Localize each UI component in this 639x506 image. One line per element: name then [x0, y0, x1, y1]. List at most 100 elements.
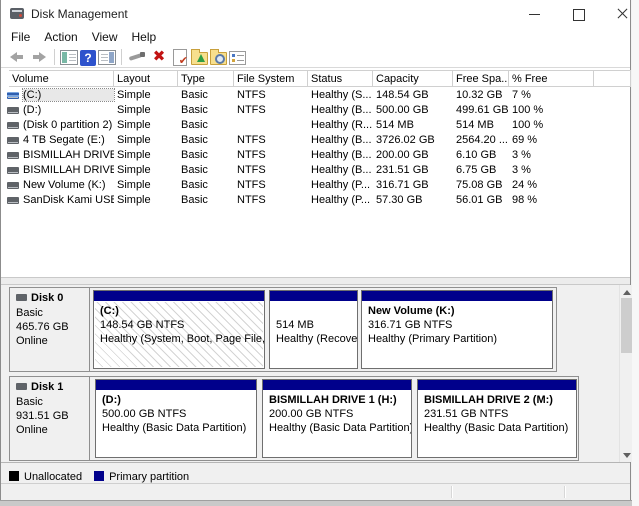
cell-fs: NTFS	[237, 149, 266, 161]
cell-type: Basic	[181, 119, 208, 131]
partition-text: BISMILLAH DRIVE 1 (H:) 200.00 GB NTFS Heal…	[264, 391, 411, 437]
partition-body: (C:) 148.54 GB NTFS Healthy (System, Boot,…	[95, 302, 264, 367]
partition-block[interactable]: New Volume (K:) 316.71 GB NTFS Healthy (Pr…	[361, 290, 553, 369]
column-header-free[interactable]: Free Spa...	[453, 70, 509, 87]
column-header-type[interactable]: Type	[178, 70, 234, 87]
show-hide-action-pane-icon[interactable]	[98, 50, 116, 65]
cell-volume: BISMILLAH DRIVE ...	[23, 149, 114, 161]
volume-row[interactable]: BISMILLAH DRIVE ...Simple Basic NTFS Health…	[1, 163, 630, 178]
volume-row[interactable]: 4 TB Segate (E:) Simple Basic NTFS Healthy (…	[1, 133, 630, 148]
cell-status: Healthy (S...	[311, 89, 372, 101]
cell-free: 2564.20 ...	[456, 134, 508, 146]
open-icon[interactable]	[191, 49, 208, 65]
volume-table-body: (C:) Simple Basic NTFS Healthy (S... 148.54 G…	[1, 88, 630, 218]
cell-fs: NTFS	[237, 179, 266, 191]
cell-capacity: 200.00 GB	[376, 149, 429, 161]
cell-capacity: 514 MB	[376, 119, 414, 131]
volume-row[interactable]: (C:) Simple Basic NTFS Healthy (S... 148.54 G…	[1, 88, 630, 103]
show-hide-console-tree-icon[interactable]	[60, 50, 78, 65]
partition-block[interactable]: BISMILLAH DRIVE 2 (M:) 231.51 GB NTFS Heal…	[417, 379, 577, 458]
partition-block[interactable]: BISMILLAH DRIVE 1 (H:) 200.00 GB NTFS Heal…	[262, 379, 412, 458]
disk-label[interactable]: Disk 0 Basic 465.76 GB Online	[10, 288, 90, 371]
cell-capacity: 57.30 GB	[376, 194, 423, 206]
partition-block[interactable]: (D:) 500.00 GB NTFS Healthy (Basic Data Pa…	[95, 379, 257, 458]
partition-text: 514 MB Healthy (Recovery	[271, 302, 357, 348]
partition-color-band	[270, 291, 357, 301]
partition-name	[276, 304, 351, 318]
menu-action[interactable]: Action	[37, 28, 84, 46]
partition-body: New Volume (K:) 316.71 GB NTFS Healthy (Pr…	[363, 302, 551, 367]
partition-text: (C:) 148.54 GB NTFS Healthy (System, Boot,…	[95, 302, 264, 348]
cell-status: Healthy (P...	[311, 179, 371, 191]
explore-icon[interactable]	[210, 49, 227, 65]
cell-free: 56.01 GB	[456, 194, 503, 206]
menu-view[interactable]: View	[85, 28, 125, 46]
cell-status: Healthy (R...	[311, 119, 373, 131]
graphical-view-pane: Disk 0 Basic 465.76 GB Online (C:) 148.54 GB …	[1, 285, 630, 462]
column-header-capacity[interactable]: Capacity	[373, 70, 453, 87]
graphical-view-scrollbar[interactable]	[619, 285, 632, 462]
back-icon[interactable]	[7, 47, 27, 67]
tools-icon[interactable]	[127, 47, 147, 67]
disk-icon	[16, 383, 27, 390]
cell-pct_free: 3 %	[512, 164, 531, 176]
cell-layout: Simple	[117, 179, 151, 191]
partition-block[interactable]: 514 MB Healthy (Recovery	[269, 290, 358, 369]
cell-pct_free: 100 %	[512, 119, 544, 131]
drive-icon	[7, 182, 19, 189]
properties-icon[interactable]	[229, 51, 246, 65]
partition-body: (D:) 500.00 GB NTFS Healthy (Basic Data Pa…	[97, 391, 255, 456]
column-header-status[interactable]: Status	[308, 70, 373, 87]
cell-type: Basic	[181, 104, 208, 116]
cell-type: Basic	[181, 179, 208, 191]
drive-icon	[7, 197, 19, 204]
disk-management-app-icon	[10, 8, 24, 19]
partition-block[interactable]: (C:) 148.54 GB NTFS Healthy (System, Boot,…	[93, 290, 265, 369]
forward-icon[interactable]	[29, 47, 49, 67]
cell-fs: NTFS	[237, 134, 266, 146]
legend-item: Unallocated	[9, 470, 82, 483]
volume-row[interactable]: (D:) Simple Basic NTFS Healthy (B... 500.00 G…	[1, 103, 630, 118]
partition-name: (C:)	[100, 305, 119, 317]
cell-layout: Simple	[117, 104, 151, 116]
maximize-button[interactable]	[561, 0, 595, 28]
menu-file[interactable]: File	[4, 28, 37, 46]
help-icon[interactable]	[80, 49, 96, 66]
menu-help[interactable]: Help	[125, 28, 164, 46]
volume-row[interactable]: SanDisk Kami USB ...Simple Basic NTFS Healt…	[1, 193, 630, 208]
scrollbar-thumb[interactable]	[621, 298, 632, 353]
drive-icon	[7, 152, 19, 159]
cell-free: 75.08 GB	[456, 179, 503, 191]
disk-label[interactable]: Disk 1 Basic 931.51 GB Online	[10, 377, 90, 460]
cell-layout: Simple	[117, 194, 151, 206]
mark-active-icon[interactable]	[173, 48, 188, 67]
partition-name: BISMILLAH DRIVE 1 (H:)	[269, 394, 397, 406]
volume-row[interactable]: New Volume (K:) Simple Basic NTFS Healthy (P…	[1, 178, 630, 193]
minimize-button[interactable]	[517, 0, 551, 28]
volume-row[interactable]: (Disk 0 partition 2) Simple Basic Healthy (…	[1, 118, 630, 133]
cell-layout: Simple	[117, 164, 151, 176]
partition-body: BISMILLAH DRIVE 1 (H:) 200.00 GB NTFS Heal…	[264, 391, 411, 456]
cell-type: Basic	[181, 194, 208, 206]
volume-list-pane: Volume Layout Type File System Status Capacit…	[1, 68, 631, 277]
cell-free: 6.10 GB	[456, 149, 497, 161]
cell-free: 514 MB	[456, 119, 494, 131]
drive-icon	[7, 137, 19, 144]
partition-body: 514 MB Healthy (Recovery	[271, 302, 357, 367]
cell-volume: BISMILLAH DRIVE ...	[23, 164, 114, 176]
cell-type: Basic	[181, 149, 208, 161]
volume-row[interactable]: BISMILLAH DRIVE ...Simple Basic NTFS Health…	[1, 148, 630, 163]
column-header-pct_free[interactable]: % Free	[509, 70, 594, 87]
disk-name-text: Disk 0	[31, 292, 64, 304]
cell-pct_free: 3 %	[512, 149, 531, 161]
cell-fs: NTFS	[237, 164, 266, 176]
delete-volume-icon[interactable]	[149, 47, 169, 67]
pane-splitter[interactable]	[1, 277, 630, 285]
partition-color-band	[263, 380, 411, 390]
column-header-fs[interactable]: File System	[234, 70, 308, 87]
cell-pct_free: 7 %	[512, 89, 531, 101]
column-header-volume[interactable]: Volume	[9, 70, 114, 87]
column-header-layout[interactable]: Layout	[114, 70, 178, 87]
volume-table-header: Volume Layout Type File System Status Capacit…	[1, 70, 631, 87]
cell-volume: New Volume (K:)	[23, 179, 106, 191]
